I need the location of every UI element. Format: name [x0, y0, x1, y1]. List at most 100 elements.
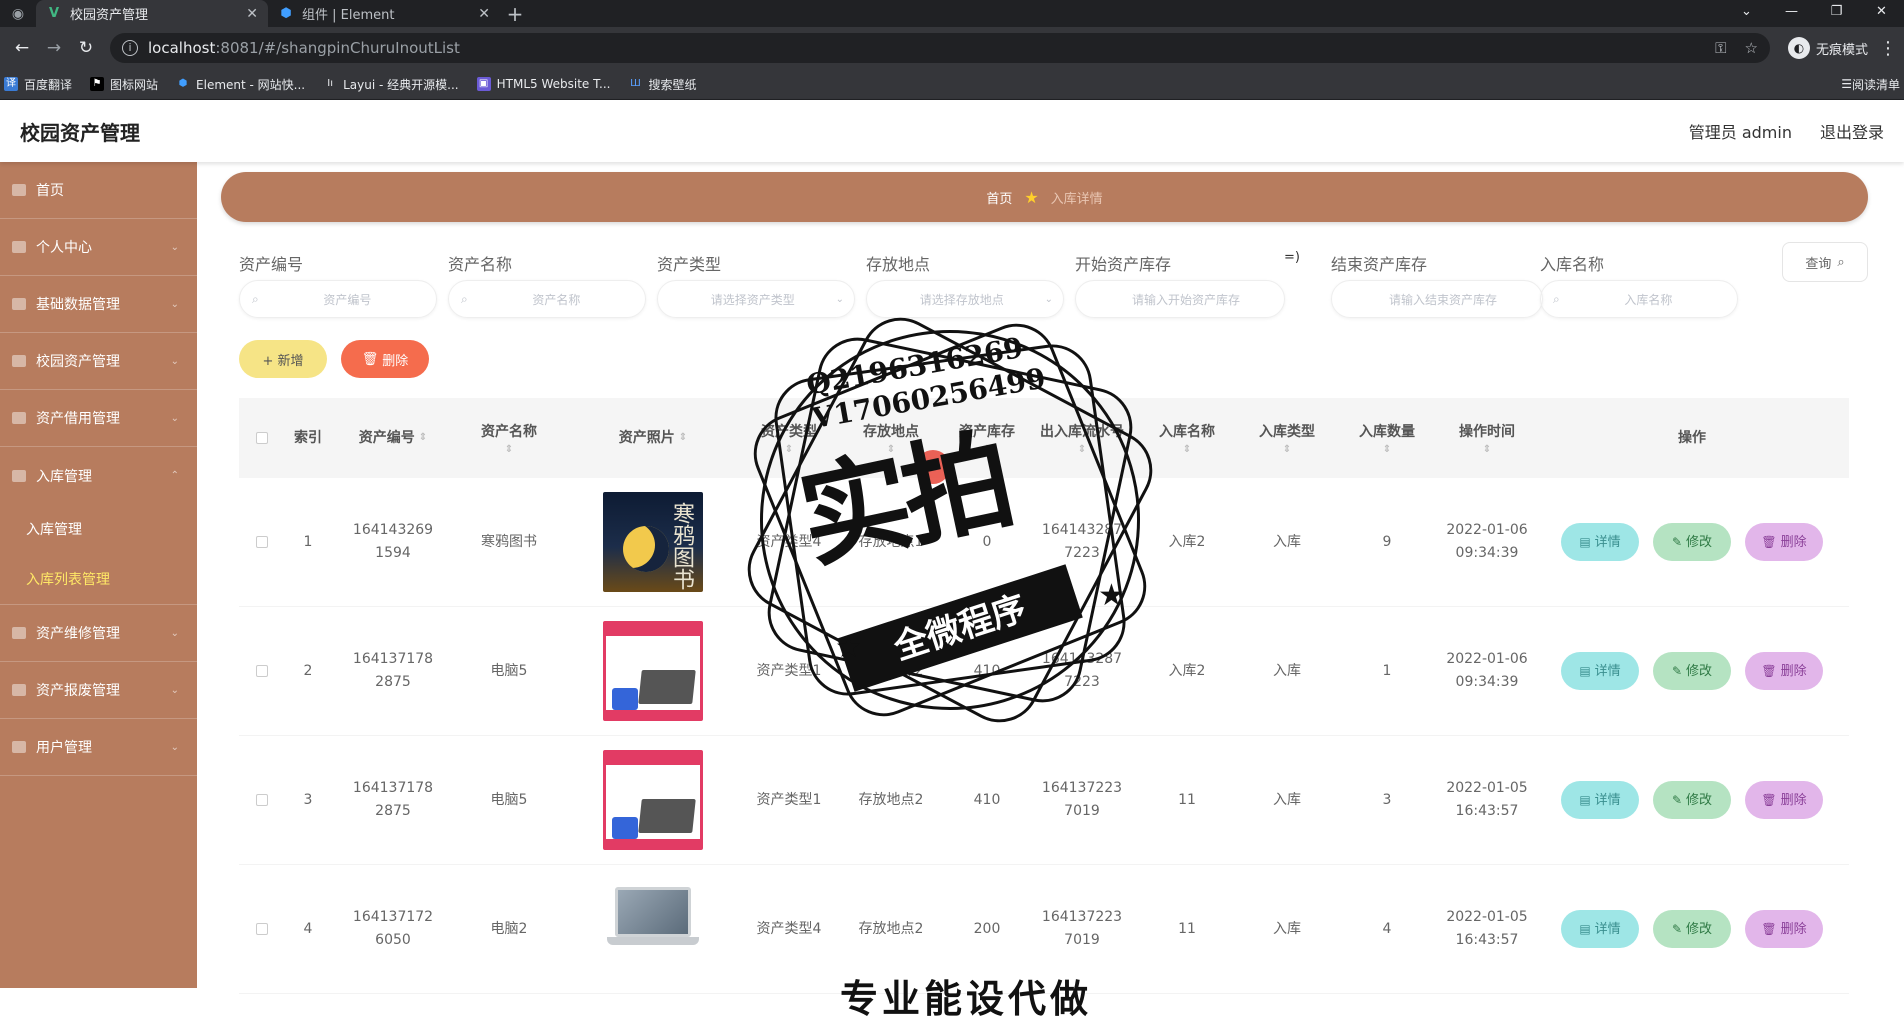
bookmark-item[interactable]: ⬢Element - 网站快... — [176, 76, 305, 93]
grid-icon — [12, 355, 26, 367]
bookmark-item[interactable]: Ш搜索壁纸 — [628, 76, 696, 93]
asset-no-input[interactable]: ⌕资产编号 — [239, 280, 437, 318]
sidebar-item-borrow[interactable]: 资产借用管理⌄ — [0, 390, 197, 447]
cell-time: 2022-01-05 16:43:57 — [1437, 777, 1537, 823]
new-tab-button[interactable]: + — [500, 0, 530, 27]
breadcrumb-home[interactable]: 首页 — [986, 188, 1012, 207]
sidebar-item-profile[interactable]: 个人中心⌄ — [0, 219, 197, 276]
element-icon: ⬢ — [278, 6, 294, 22]
detail-button[interactable]: ▤详情 — [1561, 910, 1639, 948]
asset-photo-laptop-ad[interactable] — [603, 750, 703, 850]
col-asset-photo[interactable]: 资产照片⇕ — [563, 427, 743, 450]
app-title: 校园资产管理 — [20, 117, 140, 146]
address-bar[interactable]: i localhost :8081/#/shangpinChuruInoutLi… — [110, 33, 1770, 63]
row-checkbox[interactable] — [256, 665, 268, 677]
row-checkbox[interactable] — [256, 923, 268, 935]
delete-button[interactable]: 🗑删除 — [1745, 910, 1823, 948]
sidebar-subitem-inbound-list[interactable]: 入库列表管理 — [0, 554, 197, 604]
col-time[interactable]: 操作时间⇕ — [1437, 421, 1537, 456]
detail-button[interactable]: ▤详情 — [1561, 781, 1639, 819]
search-button-label: 查询 — [1805, 253, 1831, 272]
menu-icon[interactable]: ⋮ — [1878, 38, 1898, 59]
stock-start-input[interactable]: 请输入开始资产库存 — [1075, 280, 1285, 318]
col-location[interactable]: 存放地点⇕ — [835, 421, 947, 456]
asset-photo-laptop-ad[interactable] — [603, 621, 703, 721]
main-layout: 首页 个人中心⌄ 基础数据管理⌄ 校园资产管理⌄ 资产借用管理⌄ 入库管理⌃ 入… — [0, 162, 1904, 988]
delete-button[interactable]: 🗑删除 — [1745, 652, 1823, 690]
document-icon: ▤ — [1579, 789, 1590, 812]
tab-list-icon[interactable]: ⌄ — [1724, 0, 1769, 27]
edit-button[interactable]: ✎修改 — [1653, 781, 1731, 819]
incognito-indicator[interactable]: ◐ 无痕模式 — [1788, 37, 1868, 59]
col-qty[interactable]: 入库数量⇕ — [1337, 421, 1437, 456]
search-button[interactable]: 查询⌕ — [1782, 242, 1868, 282]
sidebar-subitem-inbound[interactable]: 入库管理 — [0, 504, 197, 554]
table-row[interactable]: 1 1641432691594 寒鸦图书 寒鸦图书 资产类型4 存放地点1 0 … — [239, 478, 1849, 607]
browser-tab-active[interactable]: V 校园资产管理 ✕ — [36, 0, 268, 27]
edit-icon: ✎ — [1672, 918, 1682, 941]
col-flow-no[interactable]: 出入库流水号⇕ — [1027, 421, 1137, 456]
site-info-icon[interactable]: i — [122, 40, 138, 56]
reload-icon[interactable]: ↻ — [70, 38, 102, 58]
col-asset-type[interactable]: 资产类型⇕ — [743, 421, 835, 456]
bookmark-item[interactable]: IıLayui - 经典开源模... — [323, 76, 458, 93]
col-in-type[interactable]: 入库类型⇕ — [1237, 421, 1337, 456]
forward-icon[interactable]: → — [38, 38, 70, 58]
cell-asset-no: 1641432691594 — [331, 519, 455, 565]
reading-list[interactable]: ☰阅读清单 — [1841, 76, 1900, 93]
asset-name-input[interactable]: ⌕资产名称 — [448, 280, 646, 318]
select-all-checkbox[interactable] — [256, 432, 268, 444]
minimize-icon[interactable]: — — [1769, 0, 1814, 27]
close-tab-icon[interactable]: ✕ — [478, 6, 490, 22]
current-user[interactable]: 管理员 admin — [1689, 119, 1792, 143]
asset-photo-book[interactable]: 寒鸦图书 — [603, 492, 703, 592]
add-button[interactable]: + 新增 — [239, 340, 327, 378]
key-icon[interactable]: ⚿ — [1715, 39, 1726, 57]
laptop-lid — [615, 887, 691, 937]
table-row[interactable]: 2 1641371782875 电脑5 资产类型1 存放地点2 410 1641… — [239, 607, 1849, 736]
edit-button[interactable]: ✎修改 — [1653, 523, 1731, 561]
logout-link[interactable]: 退出登录 — [1820, 119, 1884, 143]
delete-button[interactable]: 🗑删除 — [1745, 523, 1823, 561]
asset-type-select[interactable]: 请选择资产类型⌄ — [657, 280, 855, 318]
browser-tab[interactable]: ⬢ 组件 | Element ✕ — [268, 0, 500, 27]
sidebar-item-users[interactable]: 用户管理⌄ — [0, 719, 197, 776]
trash-icon: 🗑 — [1761, 531, 1776, 554]
close-window-icon[interactable]: ✕ — [1859, 0, 1904, 27]
cell-operations: ▤详情 ✎修改 🗑删除 — [1537, 781, 1847, 819]
batch-delete-button[interactable]: 🗑删除 — [341, 340, 429, 378]
col-asset-no[interactable]: 资产编号⇕ — [331, 427, 455, 450]
edit-button[interactable]: ✎修改 — [1653, 652, 1731, 690]
detail-button[interactable]: ▤详情 — [1561, 652, 1639, 690]
detail-button[interactable]: ▤详情 — [1561, 523, 1639, 561]
asset-photo-laptop[interactable] — [603, 879, 703, 979]
sidebar-item-inbound[interactable]: 入库管理⌃ — [0, 447, 197, 504]
restore-icon[interactable]: ❐ — [1814, 0, 1859, 27]
location-select[interactable]: 请选择存放地点⌄ — [866, 280, 1064, 318]
sidebar-item-home[interactable]: 首页 — [0, 162, 197, 219]
col-stock[interactable]: 资产库存⇕ — [947, 421, 1027, 456]
close-tab-icon[interactable]: ✕ — [246, 6, 258, 22]
sidebar-item-scrap[interactable]: 资产报废管理⌄ — [0, 662, 197, 719]
bookmark-star-icon[interactable]: ☆ — [1745, 39, 1758, 57]
row-checkbox[interactable] — [256, 794, 268, 806]
bookmark-item[interactable]: ⚑图标网站 — [90, 76, 158, 93]
ad-footer — [606, 839, 700, 847]
col-asset-name[interactable]: 资产名称⇕ — [455, 421, 563, 456]
sidebar-item-basic-data[interactable]: 基础数据管理⌄ — [0, 276, 197, 333]
row-checkbox[interactable] — [256, 536, 268, 548]
bookmark-item[interactable]: ▣HTML5 Website T... — [477, 77, 611, 91]
laptop-base — [607, 937, 699, 945]
bookmark-item[interactable]: 译百度翻译 — [4, 76, 72, 93]
back-icon[interactable]: ← — [6, 38, 38, 58]
edit-button[interactable]: ✎修改 — [1653, 910, 1731, 948]
col-in-name[interactable]: 入库名称⇕ — [1137, 421, 1237, 456]
sidebar-item-assets[interactable]: 校园资产管理⌄ — [0, 333, 197, 390]
delete-button[interactable]: 🗑删除 — [1745, 781, 1823, 819]
table-row[interactable]: 3 1641371782875 电脑5 资产类型1 存放地点2 410 1641… — [239, 736, 1849, 865]
sidebar-item-repair[interactable]: 资产维修管理⌄ — [0, 605, 197, 662]
tab-search-icon[interactable]: ◉ — [0, 0, 36, 27]
in-name-input[interactable]: ⌕入库名称 — [1540, 280, 1738, 318]
row-checkbox-cell — [239, 923, 285, 935]
stock-end-input[interactable]: 请输入结束资产库存 — [1331, 280, 1543, 318]
